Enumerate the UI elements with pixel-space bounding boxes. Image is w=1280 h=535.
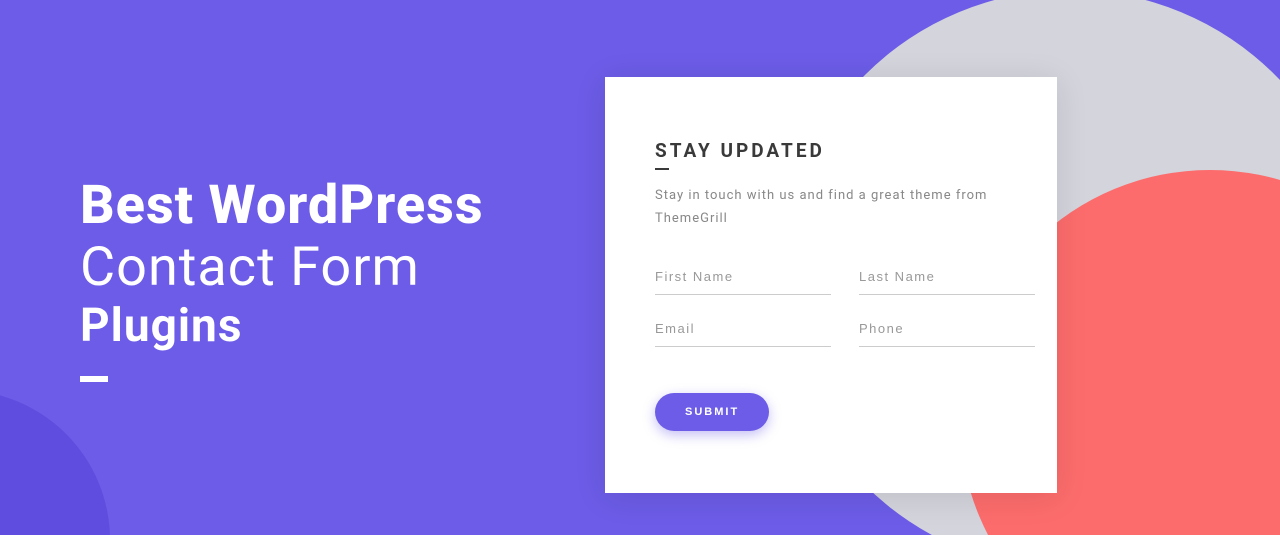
form-heading-underline [655,168,669,170]
hero-title-block: Best WordPress Contact Form Plugins [80,175,484,382]
phone-field[interactable] [859,311,1035,347]
first-name-field[interactable] [655,259,831,295]
hero-title-line3: Plugins [80,299,484,354]
form-row-1 [655,259,1007,295]
hero-title-line1: Best WordPress [80,175,484,237]
submit-button[interactable]: SUBMIT [655,393,769,431]
last-name-field[interactable] [859,259,1035,295]
form-subtext: Stay in touch with us and find a great t… [655,184,1007,231]
form-heading: STAY UPDATED [655,139,1007,162]
hero-title-line2: Contact Form [80,237,484,299]
decorative-circle-left [0,390,110,535]
hero-title-underline [80,376,108,382]
email-field[interactable] [655,311,831,347]
form-row-2 [655,311,1007,347]
contact-form-card: STAY UPDATED Stay in touch with us and f… [605,77,1057,493]
hero-section: Best WordPress Contact Form Plugins STAY… [0,0,1280,535]
